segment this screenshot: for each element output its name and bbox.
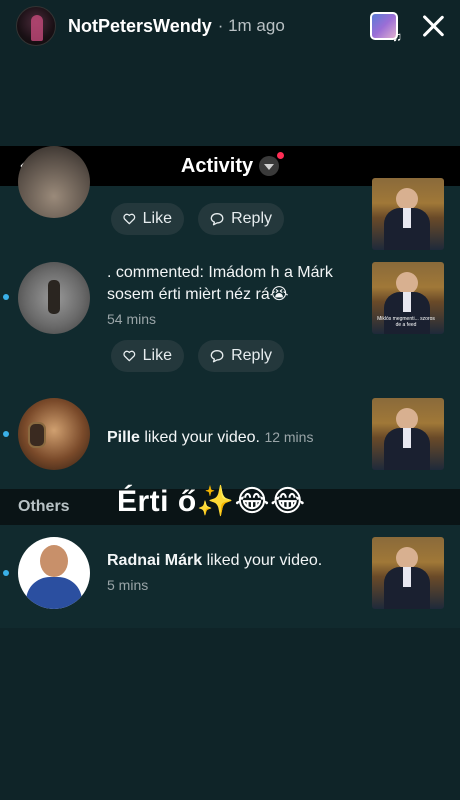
notification-username: Pille xyxy=(107,429,140,446)
like-label: Like xyxy=(142,210,172,227)
notification-time: 12 mins xyxy=(264,429,314,445)
video-thumbnail[interactable] xyxy=(372,537,444,609)
notification-time: 5 mins xyxy=(107,577,149,593)
user-avatar[interactable] xyxy=(16,6,56,46)
avatar[interactable] xyxy=(18,262,90,334)
like-label: Like xyxy=(142,347,172,364)
others-label: Others xyxy=(18,498,70,515)
close-icon[interactable] xyxy=(420,13,446,39)
like-button[interactable]: Like xyxy=(111,340,184,372)
heart-icon xyxy=(123,213,136,225)
reply-button[interactable]: Reply xyxy=(198,203,284,235)
story-text-overlay: Érti ő✨😂😂 xyxy=(117,485,306,518)
like-notification[interactable]: Pille liked your video. 12 mins xyxy=(107,426,362,449)
video-thumbnail[interactable]: Miklós megmenti... szoros de a feed xyxy=(372,262,444,334)
story-username[interactable]: NotPetersWendy xyxy=(68,16,212,37)
video-thumbnail[interactable] xyxy=(372,178,444,250)
comment-notification[interactable]: . commented: Imádom h a Márk sosem érti … xyxy=(107,262,362,330)
comment-icon xyxy=(210,350,224,363)
unread-indicator xyxy=(3,570,9,576)
unread-indicator xyxy=(3,431,9,437)
story-time: · 1m ago xyxy=(217,16,285,35)
avatar[interactable] xyxy=(18,398,90,470)
notification-text: liked your video. xyxy=(144,429,260,446)
reply-label: Reply xyxy=(231,210,272,227)
reply-label: Reply xyxy=(231,347,272,364)
notification-text: liked your video. xyxy=(206,552,323,569)
music-note-icon: ♫ xyxy=(392,29,402,44)
chevron-down-icon[interactable] xyxy=(259,152,285,176)
avatar[interactable] xyxy=(18,537,90,609)
comment-text: . commented: Imádom h a Márk sosem érti … xyxy=(107,264,333,303)
activity-feed: Like Reply . commented: Imádom h a Márk … xyxy=(0,146,460,628)
like-button[interactable]: Like xyxy=(111,203,184,235)
heart-icon xyxy=(123,350,136,362)
notification-username: Radnai Márk xyxy=(107,552,203,569)
activity-title[interactable]: Activity xyxy=(181,155,253,178)
story-header: NotPetersWendy · 1m ago ♫ xyxy=(0,0,460,52)
thumbnail-caption: Miklós megmenti... szoros de a feed xyxy=(377,316,435,328)
like-notification[interactable]: Radnai Márk liked your video. 5 mins xyxy=(107,550,362,596)
comment-icon xyxy=(210,213,224,226)
notification-dot xyxy=(277,152,285,159)
avatar[interactable] xyxy=(18,146,90,218)
video-thumbnail[interactable] xyxy=(372,398,444,470)
reply-button[interactable]: Reply xyxy=(198,340,284,372)
notification-time: 54 mins xyxy=(107,311,157,327)
unread-indicator xyxy=(3,294,9,300)
music-thumbnail[interactable]: ♫ xyxy=(370,12,402,44)
